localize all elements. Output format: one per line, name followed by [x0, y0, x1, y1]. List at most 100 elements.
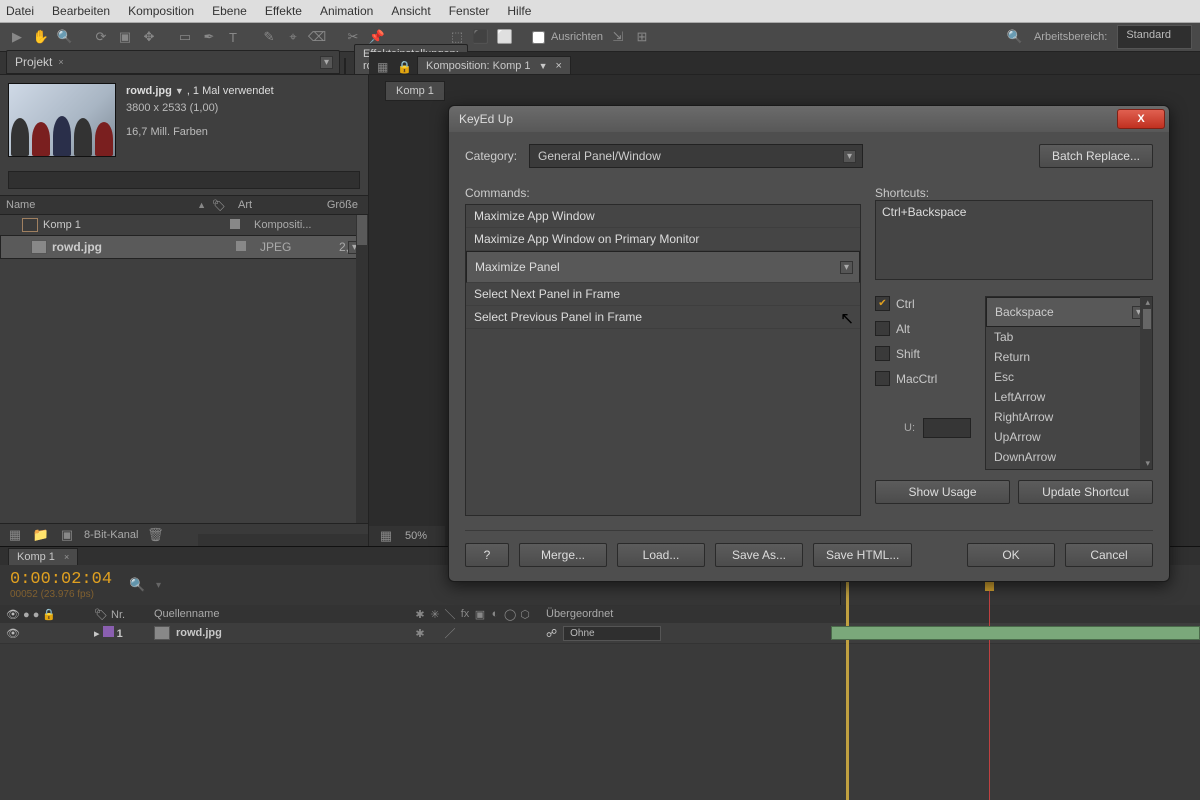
panel-menu-icon[interactable]: ▦ — [377, 60, 391, 74]
playhead[interactable] — [989, 565, 990, 800]
shift-checkbox[interactable]: Shift — [875, 346, 971, 361]
sort-icon[interactable]: ▲ — [197, 200, 206, 210]
trash-icon[interactable]: 🗑 — [146, 526, 164, 544]
menu-effects[interactable]: Effekte — [265, 4, 302, 18]
cancel-button[interactable]: Cancel — [1065, 543, 1153, 567]
close-button[interactable]: X — [1117, 109, 1165, 129]
workarea-start[interactable] — [846, 580, 849, 800]
help-button[interactable]: ? — [465, 543, 509, 567]
anchor-tool-icon[interactable]: ✥ — [140, 28, 158, 46]
layer-bar[interactable] — [831, 626, 1200, 640]
shortcut-display[interactable]: Ctrl+Backspace — [875, 200, 1153, 280]
comp-name-tab[interactable]: Komp 1 — [385, 81, 445, 101]
close-icon[interactable]: × — [64, 552, 69, 562]
pen-tool-icon[interactable]: ✒ — [200, 28, 218, 46]
snap-icon[interactable]: ⇲ — [609, 28, 627, 46]
save-html-button[interactable]: Save HTML... — [813, 543, 912, 567]
zoom-level[interactable]: 50% — [405, 530, 427, 542]
ok-button[interactable]: OK — [967, 543, 1055, 567]
commands-list[interactable]: Maximize App Window Maximize App Window … — [465, 204, 861, 516]
brush-tool-icon[interactable]: ✎ — [260, 28, 278, 46]
dialog-titlebar[interactable]: KeyEd Up X — [449, 106, 1169, 132]
visibility-toggle[interactable]: 👁 — [6, 628, 20, 640]
command-item[interactable]: Maximize App Window — [466, 205, 860, 228]
tab-project[interactable]: Projekt× — [6, 50, 340, 74]
layer-color[interactable] — [103, 626, 114, 637]
load-button[interactable]: Load... — [617, 543, 705, 567]
command-item[interactable]: Select Next Panel in Frame — [466, 283, 860, 306]
grid-icon[interactable]: ▦ — [377, 527, 395, 545]
timeline-tab[interactable]: Komp 1 × — [8, 548, 78, 565]
align-checkbox[interactable] — [532, 31, 545, 44]
key-item[interactable]: Tab — [986, 327, 1152, 347]
rotate-tool-icon[interactable]: ⟳ — [92, 28, 110, 46]
search-icon[interactable]: 🔍 — [1006, 28, 1024, 46]
close-icon[interactable]: × — [58, 57, 63, 67]
comp-new-icon[interactable]: ▣ — [58, 526, 76, 544]
key-item[interactable]: Backspace — [986, 297, 1152, 327]
tab-composition[interactable]: Komposition: Komp 1▼× — [417, 56, 571, 74]
camera-tool-icon[interactable]: ▣ — [116, 28, 134, 46]
category-select[interactable]: General Panel/Window — [529, 144, 863, 168]
command-item[interactable]: Maximize App Window on Primary Monitor — [466, 228, 860, 251]
macctrl-checkbox[interactable]: MacCtrl — [875, 371, 971, 386]
close-icon[interactable]: × — [555, 60, 561, 72]
command-item[interactable]: Maximize Panel — [466, 251, 860, 283]
timeline-layer-row[interactable]: 👁 ▸ 1 rowd.jpg ✱／ ☍Ohne — [0, 623, 1200, 644]
menu-animation[interactable]: Animation — [320, 4, 373, 18]
selection-tool-icon[interactable]: ▶ — [8, 28, 26, 46]
folder-icon[interactable]: 📁 — [32, 526, 50, 544]
search-icon[interactable]: 🔍 — [128, 576, 146, 594]
timecode[interactable]: 0:00:02:04 — [10, 570, 112, 589]
batch-replace-button[interactable]: Batch Replace... — [1039, 144, 1153, 168]
key-item[interactable]: Return — [986, 347, 1152, 367]
menu-file[interactable]: Datei — [6, 4, 34, 18]
eye-icon[interactable]: 👁 — [6, 609, 20, 621]
grid-icon[interactable]: ⊞ — [633, 28, 651, 46]
menu-help[interactable]: Hilfe — [507, 4, 531, 18]
scrollbar[interactable]: ▴▾ — [1140, 297, 1152, 469]
axis-view-icon[interactable]: ⬜ — [496, 28, 514, 46]
menu-edit[interactable]: Bearbeiten — [52, 4, 110, 18]
bitdepth-label[interactable]: 8-Bit-Kanal — [84, 529, 138, 541]
show-usage-button[interactable]: Show Usage — [875, 480, 1010, 504]
h-scrollbar[interactable] — [198, 534, 368, 546]
interpret-icon[interactable]: ▦ — [6, 526, 24, 544]
project-list[interactable]: Komp 1 Kompositi... rowd.jpg JPEG 2, — [0, 215, 368, 523]
menu-composition[interactable]: Komposition — [128, 4, 194, 18]
key-item[interactable]: LeftArrow — [986, 387, 1152, 407]
update-shortcut-button[interactable]: Update Shortcut — [1018, 480, 1153, 504]
viewer-footer: ▦ 50% — [369, 526, 445, 546]
axis-world-icon[interactable]: ⬛ — [472, 28, 490, 46]
u-field[interactable] — [923, 418, 971, 438]
lock-icon[interactable]: 🔒 — [397, 60, 411, 74]
merge-button[interactable]: Merge... — [519, 543, 607, 567]
key-item[interactable]: UpArrow — [986, 427, 1152, 447]
project-row[interactable]: Komp 1 Kompositi... — [0, 215, 368, 235]
key-item[interactable]: Esc — [986, 367, 1152, 387]
text-tool-icon[interactable]: T — [224, 28, 242, 46]
hand-tool-icon[interactable]: ✋ — [32, 28, 50, 46]
ctrl-checkbox[interactable]: Ctrl — [875, 296, 971, 311]
eraser-tool-icon[interactable]: ⌫ — [308, 28, 326, 46]
save-as-button[interactable]: Save As... — [715, 543, 803, 567]
scrollbar[interactable] — [356, 215, 368, 523]
menu-view[interactable]: Ansicht — [391, 4, 430, 18]
project-search-input[interactable] — [8, 171, 360, 189]
key-item[interactable]: DownArrow — [986, 447, 1152, 467]
alt-checkbox[interactable]: Alt — [875, 321, 971, 336]
parent-select[interactable]: Ohne — [563, 626, 661, 641]
dropdown-icon[interactable]: ▼ — [539, 61, 548, 71]
rect-tool-icon[interactable]: ▭ — [176, 28, 194, 46]
keys-list[interactable]: Backspace Tab Return Esc LeftArrow Right… — [985, 296, 1153, 470]
stamp-tool-icon[interactable]: ⌖ — [284, 28, 302, 46]
dropdown-icon[interactable]: ▼ — [175, 86, 184, 96]
key-item[interactable]: RightArrow — [986, 407, 1152, 427]
project-row[interactable]: rowd.jpg JPEG 2, — [0, 235, 368, 259]
menu-window[interactable]: Fenster — [449, 4, 490, 18]
zoom-tool-icon[interactable]: 🔍 — [56, 28, 74, 46]
workspace-select[interactable]: Standard — [1117, 25, 1192, 49]
pickwhip-icon[interactable]: ☍ — [546, 627, 557, 640]
menu-layer[interactable]: Ebene — [212, 4, 247, 18]
command-item[interactable]: Select Previous Panel in Frame — [466, 306, 860, 329]
